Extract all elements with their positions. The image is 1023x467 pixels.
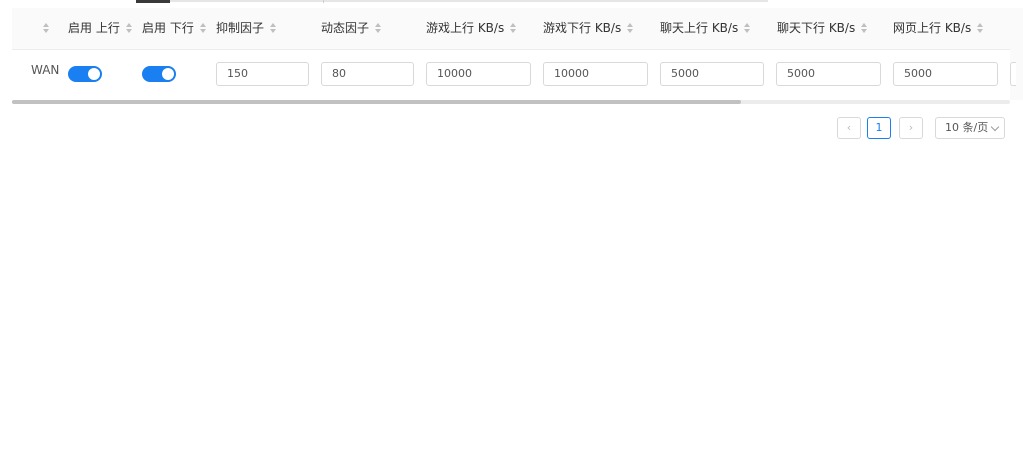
header-enable-up[interactable]: 启用 上行: [68, 8, 133, 49]
chevron-down-icon: [990, 122, 1000, 132]
sort-icon[interactable]: [375, 22, 382, 33]
header-interface[interactable]: [37, 8, 50, 49]
web-up-input[interactable]: 5000: [893, 62, 998, 86]
header-label: 动态因子: [321, 21, 370, 35]
table-row: WAN 150 80 10000 10000 5000 5000 5000: [12, 50, 1010, 98]
suppress-factor-input[interactable]: 150: [216, 62, 309, 86]
header-label: 网页上行 KB/s: [893, 21, 972, 35]
dynamic-factor-input[interactable]: 80: [321, 62, 414, 86]
game-up-input[interactable]: 10000: [426, 62, 531, 86]
page-1-button[interactable]: 1: [867, 117, 891, 139]
active-tab-indicator: [136, 0, 170, 3]
toggle-knob: [162, 68, 174, 80]
header-label: 聊天下行 KB/s: [777, 21, 856, 35]
sort-icon[interactable]: [270, 22, 277, 33]
header-label: 游戏上行 KB/s: [426, 21, 505, 35]
header-label: 抑制因子: [216, 21, 265, 35]
table-header: 启用 上行 启用 下行 抑制因子 动态因子 游戏上行 KB/s 游戏下行 KB/…: [12, 8, 1010, 50]
header-label: 聊天上行 KB/s: [660, 21, 739, 35]
chat-down-input[interactable]: 5000: [776, 62, 881, 86]
enable-up-toggle[interactable]: [68, 66, 102, 82]
header-label: 游戏下行 KB/s: [543, 21, 622, 35]
web-down-input-partial[interactable]: [1010, 62, 1016, 86]
header-enable-down[interactable]: 启用 下行: [142, 8, 207, 49]
page-size-select[interactable]: 10 条/页: [935, 117, 1005, 139]
header-label: 启用 下行: [142, 21, 194, 35]
sort-icon[interactable]: [861, 22, 868, 33]
prev-page-button[interactable]: ‹: [837, 117, 861, 139]
sort-icon[interactable]: [510, 22, 517, 33]
header-chat-up[interactable]: 聊天上行 KB/s: [660, 8, 751, 49]
tab-separator: [323, 0, 324, 3]
page-size-label: 10 条/页: [945, 121, 989, 134]
chat-up-input[interactable]: 5000: [660, 62, 764, 86]
qos-table: 启用 上行 启用 下行 抑制因子 动态因子 游戏上行 KB/s 游戏下行 KB/…: [12, 8, 1010, 100]
tab-bar-edge: [136, 0, 768, 2]
enable-down-toggle[interactable]: [142, 66, 176, 82]
sort-icon[interactable]: [977, 22, 984, 33]
next-page-button[interactable]: ›: [899, 117, 923, 139]
header-suppress-factor[interactable]: 抑制因子: [216, 8, 277, 49]
header-web-up[interactable]: 网页上行 KB/s: [893, 8, 984, 49]
interface-name: WAN: [31, 63, 60, 77]
header-dynamic-factor[interactable]: 动态因子: [321, 8, 382, 49]
sort-icon[interactable]: [199, 22, 207, 33]
header-label: 启用 上行: [68, 21, 120, 35]
horizontal-scrollbar[interactable]: [12, 100, 1010, 104]
game-down-input[interactable]: 10000: [543, 62, 648, 86]
toggle-knob: [88, 68, 100, 80]
header-game-down[interactable]: 游戏下行 KB/s: [543, 8, 634, 49]
table-overflow-edge: [1010, 8, 1023, 100]
header-game-up[interactable]: 游戏上行 KB/s: [426, 8, 517, 49]
sort-icon[interactable]: [125, 22, 133, 33]
scrollbar-thumb[interactable]: [12, 100, 741, 104]
sort-icon[interactable]: [744, 22, 751, 33]
sort-icon[interactable]: [627, 22, 634, 33]
header-chat-down[interactable]: 聊天下行 KB/s: [777, 8, 868, 49]
sort-icon[interactable]: [43, 22, 50, 33]
